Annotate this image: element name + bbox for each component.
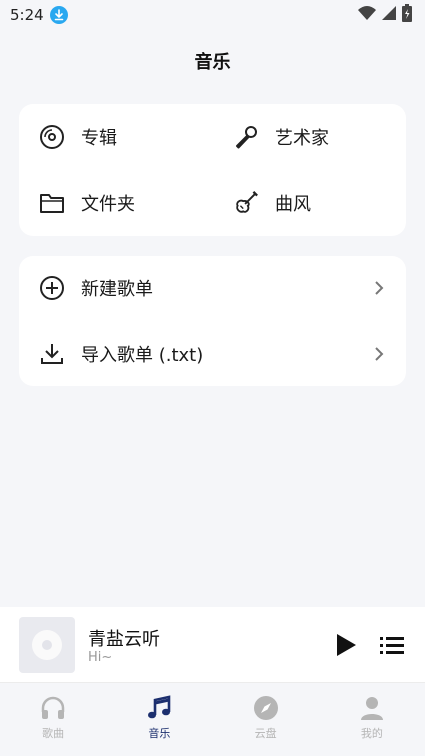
category-label: 专辑	[81, 128, 117, 149]
tab-music[interactable]: 音乐	[106, 683, 212, 756]
status-right	[357, 4, 413, 26]
category-folder[interactable]: 文件夹	[39, 183, 135, 223]
category-label: 曲风	[275, 194, 311, 215]
add-circle-icon	[39, 275, 65, 301]
album-cover[interactable]	[19, 617, 75, 673]
category-genre[interactable]: 曲风	[233, 183, 311, 223]
import-playlist-row[interactable]: 导入歌单 (.txt)	[19, 322, 406, 386]
status-bar: 5:24	[0, 0, 425, 30]
category-album[interactable]: 专辑	[39, 117, 117, 157]
download-notification-icon	[49, 6, 68, 24]
microphone-icon	[233, 124, 259, 150]
headphones-icon	[40, 695, 66, 721]
tab-label: 我的	[360, 727, 383, 740]
category-label: 艺术家	[275, 128, 329, 149]
chevron-right-icon	[372, 281, 386, 295]
music-note-icon	[146, 695, 172, 721]
tab-label: 歌曲	[42, 727, 65, 740]
status-left: 5:24	[10, 6, 68, 24]
download-icon	[39, 341, 65, 367]
bottom-tab-bar: 歌曲 音乐 云盘 我的	[0, 683, 425, 756]
folder-icon	[39, 190, 65, 216]
tab-songs[interactable]: 歌曲	[0, 683, 106, 756]
track-title: 青盐云听	[88, 629, 160, 650]
tab-me[interactable]: 我的	[319, 683, 425, 756]
import-playlist-label: 导入歌单 (.txt)	[81, 345, 204, 366]
new-playlist-row[interactable]: 新建歌单	[19, 256, 406, 320]
chevron-right-icon	[372, 347, 386, 361]
tab-label: 音乐	[148, 727, 171, 740]
battery-icon	[401, 4, 413, 26]
play-button[interactable]	[333, 632, 359, 658]
album-icon	[39, 124, 65, 150]
page-title: 音乐	[194, 52, 231, 73]
person-icon	[359, 695, 385, 721]
category-card: 专辑 艺术家 文件夹 曲风	[19, 104, 406, 236]
playlist-actions-card: 新建歌单 导入歌单 (.txt)	[19, 256, 406, 386]
playlist-queue-button[interactable]	[379, 632, 405, 658]
signal-icon	[381, 5, 397, 25]
category-label: 文件夹	[81, 194, 135, 215]
tab-label: 云盘	[254, 727, 277, 740]
new-playlist-label: 新建歌单	[81, 279, 153, 300]
track-subtitle: Hi~	[88, 650, 113, 665]
status-time: 5:24	[10, 6, 44, 24]
wifi-icon	[357, 5, 377, 25]
compass-icon	[253, 695, 279, 721]
guitar-icon	[233, 190, 259, 216]
mini-player[interactable]: 青盐云听 Hi~	[0, 607, 425, 683]
tab-cloud-drive[interactable]: 云盘	[213, 683, 319, 756]
category-artist[interactable]: 艺术家	[233, 117, 329, 157]
